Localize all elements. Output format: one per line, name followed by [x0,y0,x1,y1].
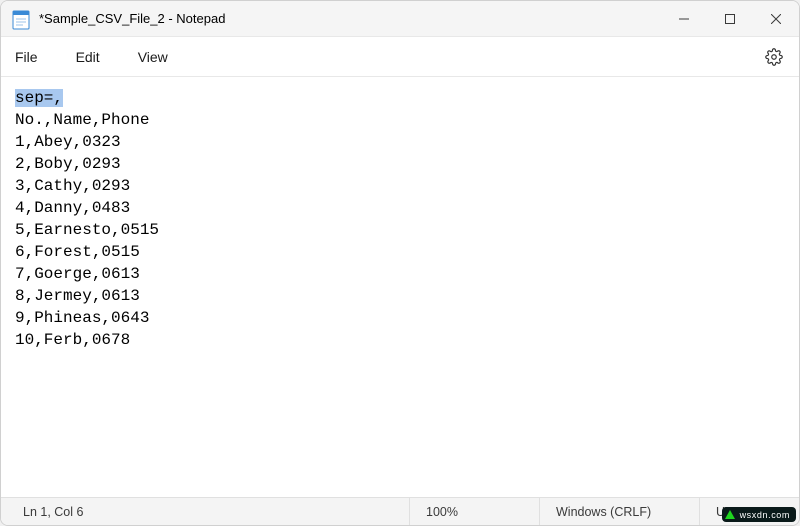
menu-bar: File Edit View [1,37,799,77]
editor-selection: sep=, [15,89,63,107]
title-bar: *Sample_CSV_File_2 - Notepad [1,1,799,37]
minimize-button[interactable] [661,1,707,37]
text-editor[interactable]: sep=, No.,Name,Phone 1,Abey,0323 2,Boby,… [1,77,799,497]
menu-file[interactable]: File [15,49,38,65]
status-zoom: 100% [409,498,539,525]
menu-edit[interactable]: Edit [76,49,100,65]
notepad-icon [11,9,31,29]
notepad-window: *Sample_CSV_File_2 - Notepad File Edit V… [0,0,800,526]
status-eol: Windows (CRLF) [539,498,699,525]
menu-view[interactable]: View [138,49,168,65]
close-button[interactable] [753,1,799,37]
status-bar: Ln 1, Col 6 100% Windows (CRLF) UTF-8 [1,497,799,525]
gear-icon[interactable] [765,48,783,66]
window-controls [661,1,799,36]
maximize-button[interactable] [707,1,753,37]
status-cursor: Ln 1, Col 6 [1,498,409,525]
watermark: wsxdn.com [722,507,796,522]
